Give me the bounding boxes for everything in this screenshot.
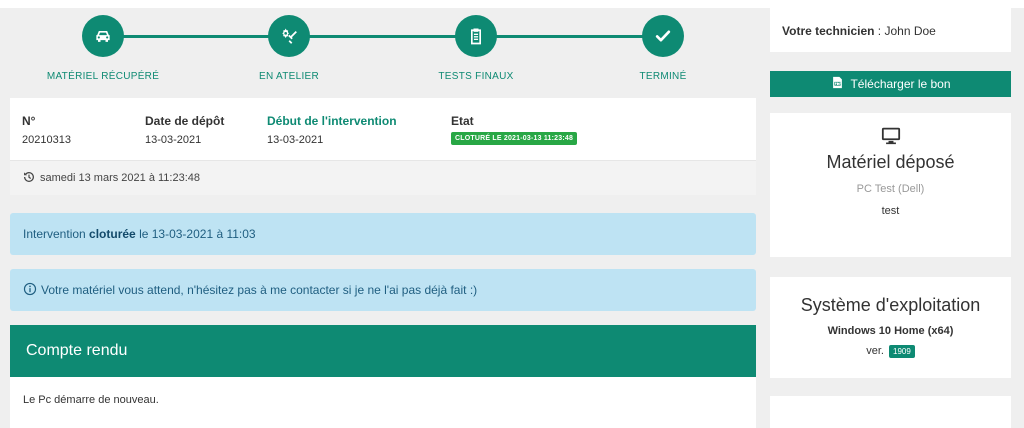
intervention-info-card: N° 20210313 Date de dépôt 13-03-2021 Déb… (10, 98, 756, 195)
os-title: Système d'exploitation (800, 295, 981, 315)
technician-name: John Doe (884, 24, 936, 38)
debut-value: 13-03-2021 (267, 134, 324, 146)
info-footer: samedi 13 mars 2021 à 11:23:48 (10, 160, 756, 195)
info-etat: Etat CLOTURÉ LE 2021-03-13 11:23:48 (451, 114, 578, 145)
step-label: TESTS FINAUX (438, 71, 514, 82)
clipboard-icon (455, 15, 497, 57)
numero-value: 20210313 (22, 134, 71, 146)
materiel-title: Matériel déposé (826, 152, 955, 172)
cloture-suffix: le 13-03-2021 à 11:03 (135, 227, 256, 241)
step-label: EN ATELIER (258, 71, 320, 82)
cloture-alert: Intervention cloturée le 13-03-2021 à 11… (10, 213, 756, 255)
timestamp-text: samedi 13 mars 2021 à 11:23:48 (40, 172, 201, 184)
step-materiel-recupere: MATÉRIEL RÉCUPÉRÉ (23, 15, 183, 82)
additional-card (770, 396, 1011, 428)
stepper-line (103, 35, 663, 38)
depot-label: Date de dépôt (145, 114, 225, 128)
info-numero: N° 20210313 (22, 114, 71, 146)
step-label: MATÉRIEL RÉCUPÉRÉ (46, 71, 160, 82)
info-circle-icon (23, 282, 41, 299)
depot-value: 13-03-2021 (145, 134, 202, 146)
technician-card: Votre technicien : John Doe (770, 8, 1011, 52)
history-icon (22, 170, 40, 187)
info-alert-text: Votre matériel vous attend, n'hésitez pa… (41, 283, 478, 297)
pdf-icon (830, 75, 850, 93)
progress-stepper: MATÉRIEL RÉCUPÉRÉ EN ATELIER TESTS FINAU… (0, 8, 760, 96)
car-icon (82, 15, 124, 57)
compte-rendu-body: Le Pc démarre de nouveau. (10, 377, 756, 428)
numero-label: N° (22, 114, 36, 128)
compte-rendu-header: Compte rendu (10, 325, 756, 377)
technician-sep: : (874, 24, 885, 38)
info-alert: Votre matériel vous attend, n'hésitez pa… (10, 269, 756, 311)
os-version-badge: 1909 (889, 345, 915, 358)
technician-label: Votre technicien (782, 24, 875, 38)
os-name: Windows 10 Home (x64) (827, 325, 954, 337)
info-depot: Date de dépôt 13-03-2021 (145, 114, 224, 146)
materiel-card: Matériel déposé PC Test (Dell) test (770, 113, 1011, 257)
tools-icon (268, 15, 310, 57)
os-card: Système d'exploitation Windows 10 Home (… (770, 277, 1011, 378)
download-bon-label: Télécharger le bon (850, 77, 951, 91)
step-en-atelier: EN ATELIER (209, 15, 369, 82)
download-bon-button[interactable]: Télécharger le bon (770, 71, 1011, 97)
step-label: TERMINÉ (639, 71, 687, 82)
monitor-icon (770, 127, 1011, 148)
step-termine: TERMINÉ (583, 15, 743, 82)
materiel-desc: test (881, 205, 900, 217)
cloture-bold: cloturée (89, 227, 136, 241)
status-badge: CLOTURÉ LE 2021-03-13 11:23:48 (451, 132, 578, 145)
etat-label: Etat (451, 114, 474, 128)
cloture-prefix: Intervention (23, 227, 90, 241)
step-tests-finaux: TESTS FINAUX (396, 15, 556, 82)
os-version-label: ver. (866, 345, 884, 357)
materiel-name: PC Test (Dell) (856, 183, 925, 195)
os-version: ver. 1909 (770, 345, 1011, 358)
top-band (0, 0, 1024, 8)
check-icon (642, 15, 684, 57)
info-debut: Début de l'intervention 13-03-2021 (267, 114, 397, 146)
debut-label: Début de l'intervention (267, 114, 397, 128)
